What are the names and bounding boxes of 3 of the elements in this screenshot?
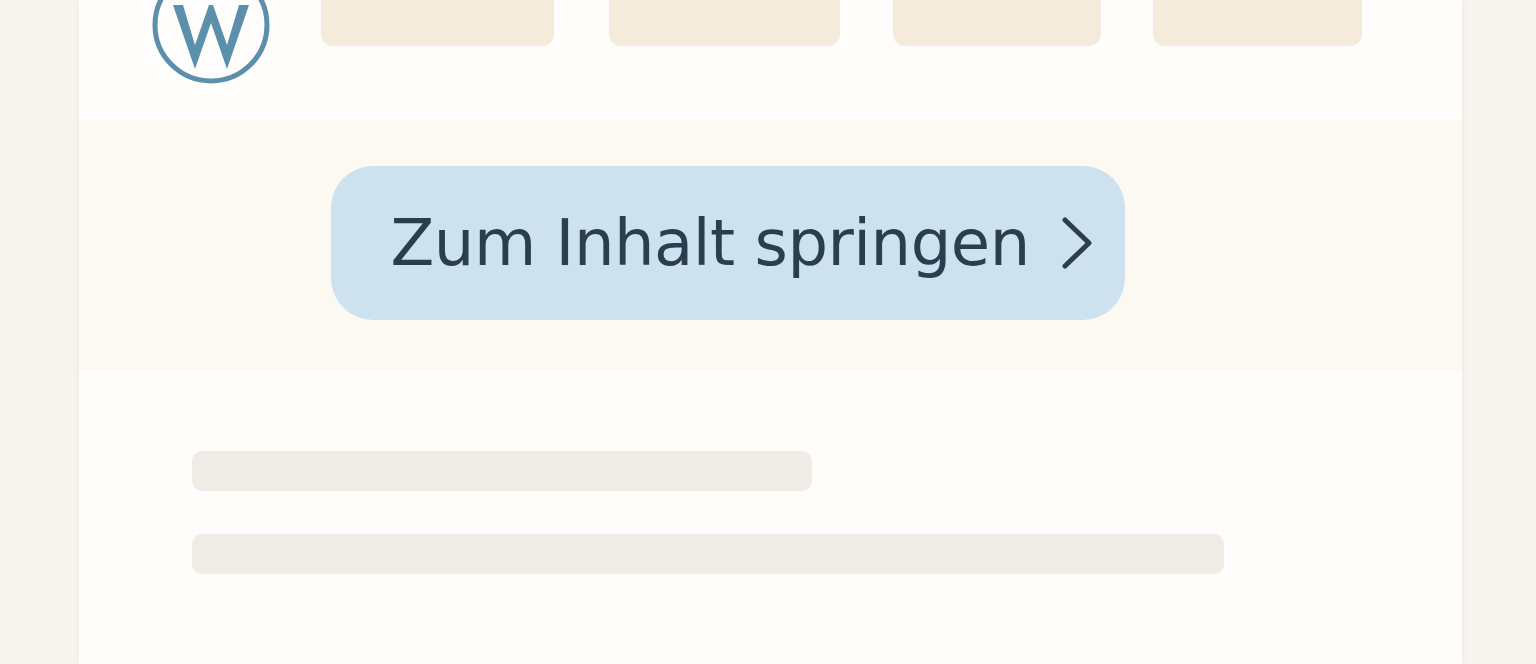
skip-to-content-link[interactable]: Zum Inhalt springen	[330, 166, 1125, 320]
chevron-right-icon	[1059, 216, 1094, 270]
circle-logo-icon[interactable]	[151, 0, 271, 85]
